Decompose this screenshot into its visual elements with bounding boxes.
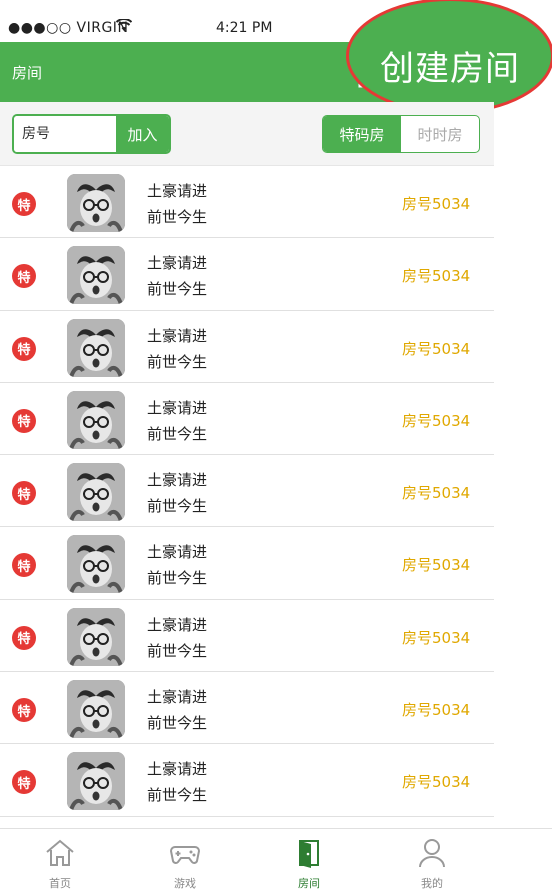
room-subtitle: 前世今生 — [147, 786, 208, 805]
room-number: 房号5034 — [402, 556, 471, 575]
room-number: 房号5034 — [402, 195, 471, 213]
room-avatar — [67, 463, 125, 522]
room-toolbar: 加入 特码房 时时房 — [0, 102, 494, 166]
room-row[interactable]: 特 土豪请进前世今生 房号5034 — [0, 527, 494, 600]
special-badge: 特 — [12, 553, 36, 578]
gamepad-icon — [169, 846, 201, 864]
room-subtitle: 前世今生 — [147, 497, 208, 516]
home-icon — [46, 839, 74, 866]
tab-mine[interactable]: 我的 — [382, 829, 482, 893]
room-title: 土豪请进 — [147, 182, 208, 200]
room-number: 房号5034 — [402, 773, 471, 792]
room-number: 房号5034 — [402, 339, 471, 358]
room-subtitle: 前世今生 — [147, 280, 208, 299]
tab-mine-label: 我的 — [421, 877, 443, 890]
door-icon — [299, 840, 319, 868]
create-room-label: 创建房间 — [380, 49, 520, 89]
room-number: 房号5034 — [402, 628, 471, 647]
special-badge: 特 — [12, 698, 36, 723]
room-title: 土豪请进 — [147, 760, 208, 779]
room-title: 土豪请进 — [147, 254, 208, 273]
room-list: 特土豪请进 前世今生 房号5034 特土豪请进 前世今生 房号5034 特土豪请进 前世今生房… — [0, 166, 494, 817]
room-row[interactable]: 特 土豪请进前世今生 房号5034 — [0, 382, 494, 456]
room-subtitle: 前世今生 — [147, 352, 208, 371]
special-badge: 特 — [12, 625, 36, 650]
room-number: 房号5034 — [402, 411, 471, 430]
special-badge: 特 — [12, 481, 36, 506]
room-number-input[interactable] — [14, 116, 118, 152]
room-subtitle: 前世今生 — [147, 569, 208, 588]
tab-tema-room[interactable]: 特码房 — [323, 116, 401, 152]
room-title: 土豪请进 — [147, 543, 208, 562]
room-row[interactable]: 特 土豪请进前世今生 房号5034 — [0, 672, 494, 745]
room-subtitle: 前世今生 — [147, 208, 208, 226]
tab-games-label: 游戏 — [174, 877, 196, 890]
special-badge: 特 — [12, 408, 36, 433]
tab-bar: 首页 游戏 房间 我的 — [0, 828, 552, 893]
room-avatar — [67, 680, 125, 739]
room-avatar — [67, 174, 125, 232]
room-number: 房号5034 — [402, 484, 471, 503]
room-row[interactable]: 特 土豪请进前世今生 房号5034 — [0, 744, 494, 817]
room-row[interactable]: 特 土豪请进前世今生 房号5034 — [0, 310, 494, 383]
special-badge: 特 — [12, 192, 36, 216]
room-row[interactable]: 特 土豪请进前世今生 房号5034 — [0, 238, 494, 311]
tab-shishi-room[interactable]: 时时房 — [401, 116, 479, 152]
room-avatar — [67, 607, 125, 666]
room-avatar — [67, 752, 125, 811]
room-search-group: 加入 — [12, 114, 171, 154]
user-icon — [419, 839, 445, 868]
room-avatar — [67, 535, 125, 594]
wifi-icon — [115, 18, 133, 36]
room-title: 土豪请进 — [147, 326, 208, 345]
page-title: 房间 — [12, 64, 43, 82]
room-subtitle: 前世今生 — [147, 641, 208, 660]
carrier-label: ●●●○○ VIRGIN — [8, 20, 129, 36]
clock: 4:21 PM — [216, 20, 273, 36]
room-avatar — [67, 246, 125, 305]
tab-games[interactable]: 游戏 — [135, 829, 235, 893]
tab-home-label: 首页 — [49, 877, 71, 890]
room-title: 土豪请进 — [147, 398, 208, 417]
room-title: 土豪请进 — [147, 615, 208, 634]
special-badge: 特 — [12, 264, 36, 289]
create-room-button[interactable]: 创建房间 — [346, 0, 552, 114]
tab-rooms-label: 房间 — [298, 877, 320, 890]
room-subtitle: 前世今生 — [147, 424, 208, 443]
room-avatar — [67, 390, 125, 449]
room-row[interactable]: 特 土豪请进前世今生 房号5034 — [0, 455, 494, 528]
room-row[interactable]: 特 土豪请进前世今生 房号5034 — [0, 599, 494, 673]
room-number: 房号5034 — [402, 267, 471, 286]
special-badge: 特 — [12, 770, 36, 795]
room-title: 土豪请进 — [147, 688, 208, 707]
room-title: 土豪请进 — [147, 471, 208, 490]
special-badge: 特 — [12, 336, 36, 361]
room-row[interactable]: 特 土豪请进前世今生 房号5034 — [0, 166, 494, 239]
room-number: 房号5034 — [402, 701, 471, 720]
room-subtitle: 前世今生 — [147, 714, 208, 733]
room-avatar — [67, 318, 125, 377]
tab-home[interactable]: 首页 — [10, 829, 110, 893]
join-button[interactable]: 加入 — [116, 116, 169, 152]
room-type-segmented-control: 特码房 时时房 — [322, 115, 480, 153]
tab-rooms[interactable]: 房间 — [259, 829, 359, 893]
